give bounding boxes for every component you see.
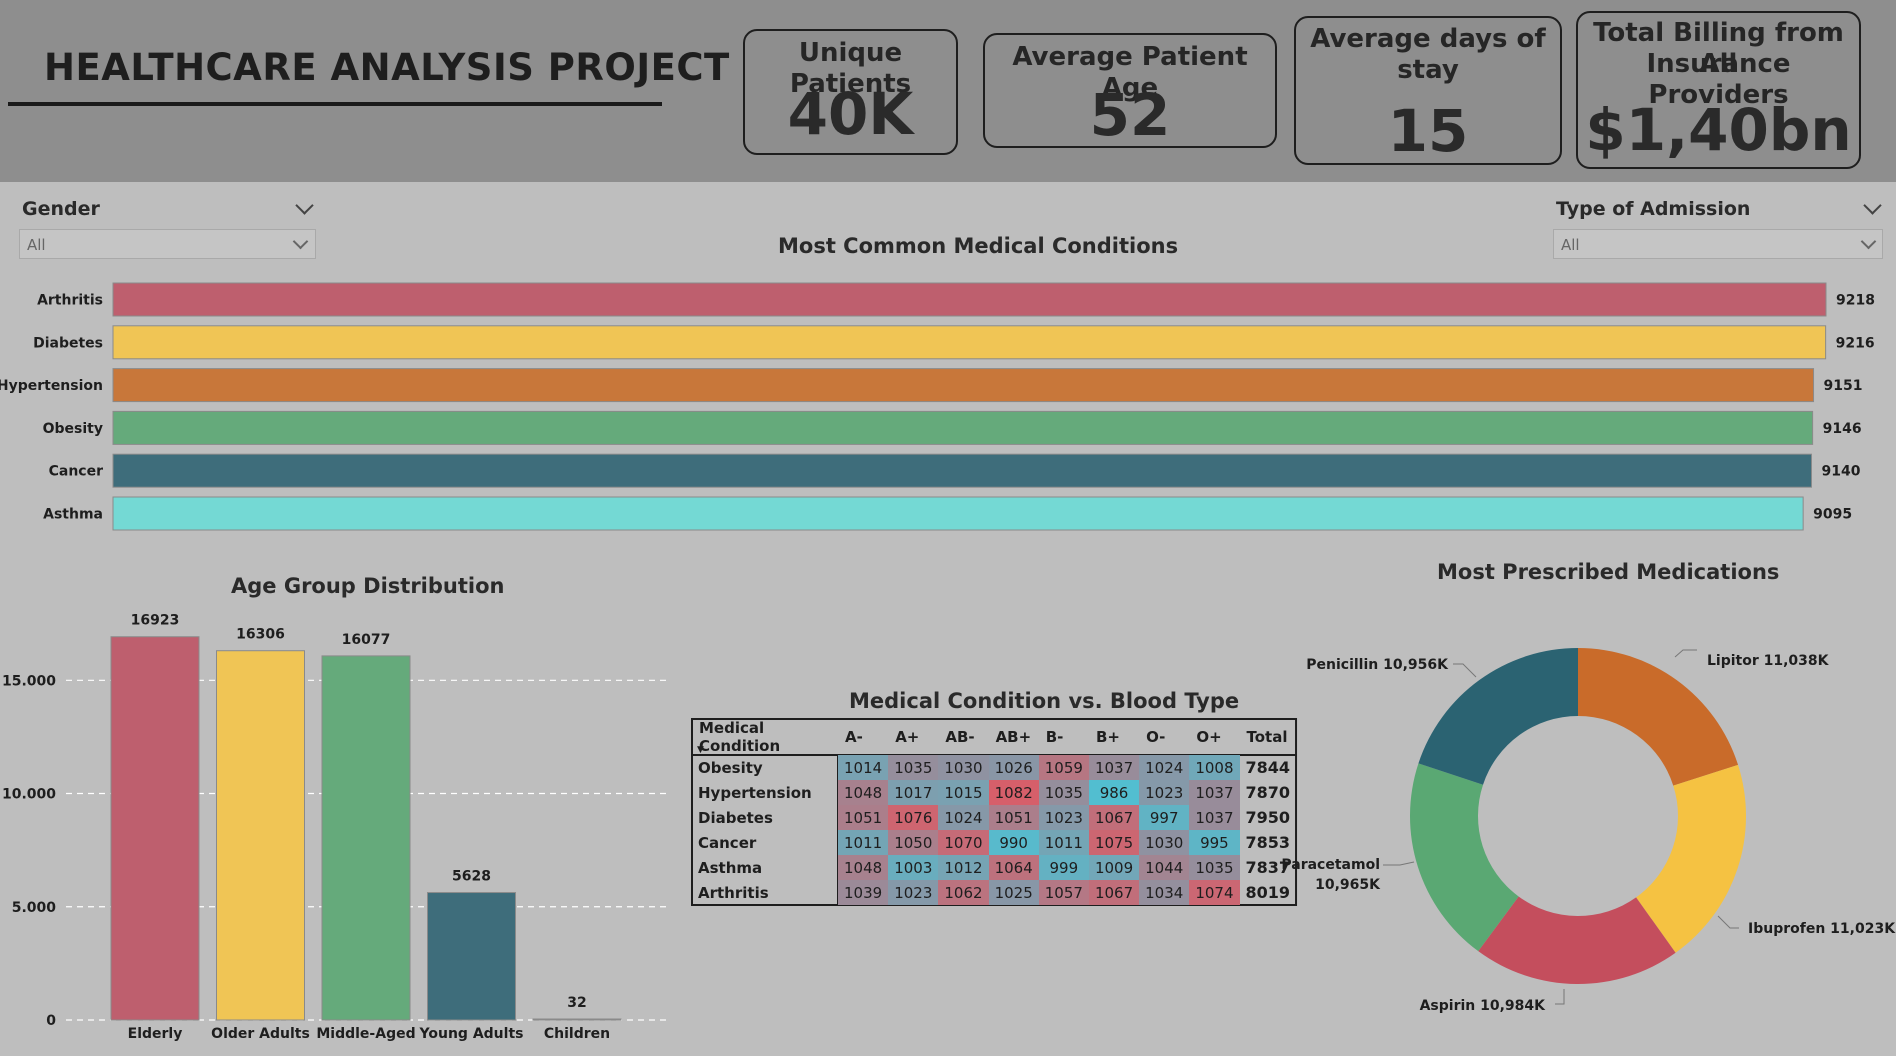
table-cell: 1011 [838, 830, 889, 855]
leader-line [1717, 915, 1739, 929]
row-label: Arthritis [698, 883, 769, 902]
table-cell: 1008 [1189, 755, 1240, 780]
table-cell: 1067 [1088, 805, 1140, 830]
table-cell: 1035 [1189, 855, 1240, 880]
table-cell: 1037 [1088, 755, 1140, 780]
table-cell: 1075 [1088, 830, 1140, 855]
table-cell: 1057 [1038, 880, 1089, 905]
table-row[interactable]: Arthritis 1039 1023 1062 1025 1057 1067 1034 107… [692, 880, 1296, 905]
table-cell: 1011 [1038, 830, 1089, 855]
table-cell: 1070 [938, 830, 989, 855]
row-label: Asthma [698, 858, 763, 877]
table-cell: 1023 [888, 880, 939, 905]
column-header-bpos[interactable]: B+ [1089, 719, 1139, 755]
table-cell: 1017 [888, 780, 939, 805]
leader-line [1555, 989, 1565, 1005]
table-cell: 1014 [838, 755, 889, 780]
column-header-bneg[interactable]: B- [1039, 719, 1089, 755]
table-cell: 1044 [1139, 855, 1190, 880]
table-cell: 1051 [838, 805, 889, 830]
donut-label-paracetamol-name: Paracetamol [1281, 857, 1380, 873]
column-header-aneg[interactable]: A- [838, 719, 888, 755]
table-cell: 1037 [1189, 780, 1240, 805]
leader-line [1453, 663, 1477, 678]
medications-donut-chart: Lipitor 11,038K Ibuprofen 11,023K Aspirin … [1281, 648, 1896, 1014]
table-cell: 1026 [988, 755, 1039, 780]
table-cell: 1076 [888, 805, 939, 830]
table-cell: 1082 [988, 780, 1039, 805]
table-cell: 1059 [1038, 755, 1089, 780]
donut-label-paracetamol-value: 10,965K [1315, 877, 1381, 893]
table-cell: 1024 [938, 805, 989, 830]
column-header-oneg[interactable]: O- [1139, 719, 1189, 755]
table-cell: 1048 [838, 855, 889, 880]
table-cell: 1030 [938, 755, 989, 780]
table-cell: 1051 [988, 805, 1039, 830]
sort-indicator-icon[interactable]: ▼ [697, 745, 704, 755]
donut-label-aspirin: Aspirin 10,984K [1420, 998, 1547, 1014]
table-cell: 995 [1189, 830, 1240, 855]
table-cell: 1035 [1038, 780, 1089, 805]
table-cell: 1062 [938, 880, 989, 905]
table-row[interactable]: Obesity 1014 1035 1030 1026 1059 1037 1024 1008 7… [692, 755, 1296, 780]
table-cell: 1074 [1189, 880, 1240, 905]
table-row[interactable]: Hypertension 1048 1017 1015 1082 1035 986 1023 1… [692, 780, 1296, 805]
table-cell: 1009 [1088, 855, 1140, 880]
column-header-apos[interactable]: A+ [888, 719, 938, 755]
table-cell: 1050 [888, 830, 939, 855]
table-cell: 1034 [1139, 880, 1190, 905]
donut-label-penicillin: Penicillin 10,956K [1306, 657, 1449, 673]
table-cell: 1064 [988, 855, 1039, 880]
table-row[interactable]: Diabetes 1051 1076 1024 1051 1023 1067 997 1037 7… [692, 805, 1296, 830]
table-cell: 1048 [838, 780, 889, 805]
medications-chart-title: Most Prescribed Medications [1437, 560, 1780, 584]
table-cell: 1023 [1038, 805, 1089, 830]
column-header-medical-condition[interactable]: Medical Condition ▼ [692, 719, 838, 755]
table-cell: 1023 [1139, 780, 1190, 805]
leader-line [1674, 649, 1697, 658]
row-label: Diabetes [698, 808, 773, 827]
column-header-opos[interactable]: O+ [1189, 719, 1239, 755]
donut-label-lipitor: Lipitor 11,038K [1707, 653, 1830, 669]
row-label: Obesity [698, 758, 763, 777]
table-cell: 999 [1038, 855, 1089, 880]
column-header-abneg[interactable]: AB- [938, 719, 988, 755]
table-cell: 986 [1088, 780, 1140, 805]
leader-line [1383, 861, 1415, 866]
column-header-abpos[interactable]: AB+ [989, 719, 1039, 755]
table-cell: 990 [988, 830, 1039, 855]
table-cell: 1012 [938, 855, 989, 880]
row-label: Cancer [698, 833, 757, 852]
donut-label-ibuprofen: Ibuprofen 11,023K [1748, 921, 1896, 937]
table-cell: 1035 [888, 755, 939, 780]
table-cell: 1015 [938, 780, 989, 805]
table-header-row: Medical Condition ▼ A- A+ AB- AB+ B- B+ O- O+ Tota… [692, 719, 1296, 755]
table-cell: 1030 [1139, 830, 1190, 855]
table-row[interactable]: Asthma 1048 1003 1012 1064 999 1009 1044 1035 783… [692, 855, 1296, 880]
row-label: Hypertension [698, 783, 812, 802]
table-row[interactable]: Cancer 1011 1050 1070 990 1011 1075 1030 995 7853 [692, 830, 1296, 855]
table-cell: 1039 [838, 880, 889, 905]
blood-type-table: Medical Condition ▼ A- A+ AB- AB+ B- B+ O- O+ Tota… [692, 719, 1296, 905]
table-cell: 1067 [1088, 880, 1140, 905]
table-cell: 1024 [1139, 755, 1190, 780]
table-cell: 1003 [888, 855, 939, 880]
table-cell: 1037 [1189, 805, 1240, 830]
table-cell: 1025 [988, 880, 1039, 905]
table-cell: 997 [1139, 805, 1190, 830]
